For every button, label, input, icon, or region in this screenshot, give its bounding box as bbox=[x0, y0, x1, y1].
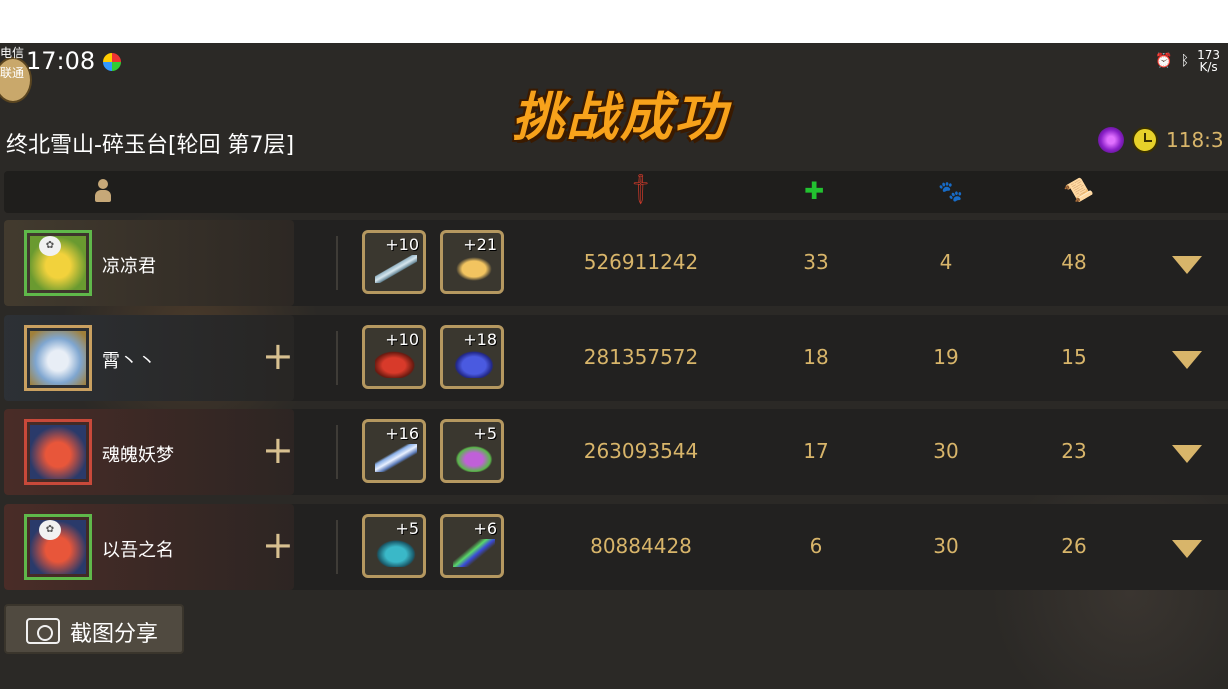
expand-chevron-icon[interactable] bbox=[1172, 540, 1202, 558]
damage-value: 80884428 bbox=[590, 534, 692, 558]
item-level: +10 bbox=[385, 330, 419, 349]
player-name: 霄丶丶 bbox=[102, 351, 156, 372]
item-level: +5 bbox=[395, 519, 419, 538]
carrier-label: 电信 联通 bbox=[0, 43, 24, 83]
beast-value: 30 bbox=[933, 439, 959, 463]
treasure-slot[interactable]: +21 bbox=[440, 230, 504, 294]
player-avatar[interactable] bbox=[24, 419, 92, 485]
net-speed-unit: K/s bbox=[1199, 60, 1218, 74]
scroll-value: 48 bbox=[1061, 250, 1087, 274]
carrier-line-1: 电信 bbox=[0, 46, 25, 60]
treasure-slot[interactable]: +6 bbox=[440, 514, 504, 578]
heal-value: 6 bbox=[809, 534, 823, 558]
sword-weapon-icon bbox=[375, 255, 417, 283]
divider bbox=[336, 331, 338, 385]
status-time: 17:08 bbox=[26, 47, 121, 75]
net-speed: 173 K/s bbox=[1197, 49, 1220, 73]
player-row: ✿ 凉凉君 +10 +21 526911242 33 4 48 bbox=[4, 220, 1228, 306]
weapon-slot[interactable]: +10 bbox=[362, 230, 426, 294]
player-row: 霄丶丶 + +10 +18 281357572 18 19 15 bbox=[4, 315, 1228, 401]
beast-icon: 🐾 bbox=[938, 179, 963, 203]
twin-blades-icon bbox=[375, 444, 417, 472]
player-avatar[interactable]: ✿ bbox=[24, 230, 92, 296]
weapon-slot[interactable]: +16 bbox=[362, 419, 426, 483]
person-icon bbox=[92, 179, 114, 203]
clock-icon bbox=[1132, 127, 1158, 153]
beast-value: 30 bbox=[933, 534, 959, 558]
treasure-slot[interactable]: +18 bbox=[440, 325, 504, 389]
weapon-slot[interactable]: +5 bbox=[362, 514, 426, 578]
item-level: +18 bbox=[463, 330, 497, 349]
share-label: 截图分享 bbox=[70, 622, 159, 647]
expand-chevron-icon[interactable] bbox=[1172, 445, 1202, 463]
weapon-slot[interactable]: +10 bbox=[362, 325, 426, 389]
stage-title: 终北雪山-碎玉台[轮回 第7层] bbox=[6, 133, 295, 158]
player-row: ✿ 以吾之名 + +5 +6 80884428 6 30 26 bbox=[4, 504, 1228, 590]
player-name: 以吾之名 bbox=[102, 540, 174, 561]
camera-icon bbox=[26, 618, 60, 644]
challenge-success-banner: 挑战成功 bbox=[512, 87, 729, 148]
item-level: +6 bbox=[473, 519, 497, 538]
stats-header-row: 🗡 ✚ 🐾 📜 bbox=[4, 171, 1228, 213]
teal-cannon-icon bbox=[375, 539, 417, 567]
game-screen: 电信 联通 17:08 ⏰ ᛒ 173 K/s 挑战成功 终北雪山-碎玉台[轮回… bbox=[0, 43, 1228, 689]
damage-value: 263093544 bbox=[583, 439, 699, 463]
horn-treasure-icon bbox=[453, 255, 495, 283]
flower-badge-icon: ✿ bbox=[39, 236, 61, 256]
beast-value: 4 bbox=[939, 250, 953, 274]
red-beast-weapon-icon bbox=[375, 350, 417, 378]
add-friend-button[interactable]: + bbox=[262, 337, 294, 375]
scroll-value: 26 bbox=[1061, 534, 1087, 558]
carrier-line-2: 联通 bbox=[0, 66, 25, 80]
green-scythe-icon bbox=[453, 539, 495, 567]
timer-text: 118:3 bbox=[1166, 128, 1224, 152]
add-friend-button[interactable]: + bbox=[262, 526, 294, 564]
player-avatar[interactable] bbox=[24, 325, 92, 391]
sword-icon: 🗡 bbox=[622, 170, 661, 208]
item-level: +16 bbox=[385, 424, 419, 443]
player-name: 凉凉君 bbox=[102, 256, 156, 277]
damage-value: 526911242 bbox=[583, 250, 699, 274]
scroll-value: 23 bbox=[1061, 439, 1087, 463]
divider bbox=[336, 236, 338, 290]
player-avatar[interactable]: ✿ bbox=[24, 514, 92, 580]
resource-bar: 118:3 bbox=[1098, 127, 1224, 153]
scroll-icon: 📜 bbox=[1061, 173, 1096, 207]
scroll-value: 15 bbox=[1061, 345, 1087, 369]
treasure-slot[interactable]: +5 bbox=[440, 419, 504, 483]
status-right: ⏰ ᛒ 173 K/s bbox=[1155, 49, 1220, 73]
beast-value: 19 bbox=[933, 345, 959, 369]
item-level: +21 bbox=[463, 235, 497, 254]
alarm-icon: ⏰ bbox=[1155, 53, 1173, 69]
swirl-icon[interactable] bbox=[1098, 127, 1124, 153]
heal-value: 18 bbox=[803, 345, 829, 369]
bluetooth-icon: ᛒ bbox=[1180, 53, 1190, 69]
add-friend-button[interactable]: + bbox=[262, 431, 294, 469]
player-name: 魂魄妖梦 bbox=[102, 445, 174, 466]
time-text: 17:08 bbox=[26, 47, 96, 75]
app-notification-icon bbox=[102, 53, 121, 71]
flower-badge-icon: ✿ bbox=[39, 520, 61, 540]
purple-gun-icon bbox=[453, 444, 495, 472]
divider bbox=[336, 520, 338, 574]
expand-chevron-icon[interactable] bbox=[1172, 351, 1202, 369]
blue-cannon-icon bbox=[453, 350, 495, 378]
expand-chevron-icon[interactable] bbox=[1172, 256, 1202, 274]
item-level: +10 bbox=[385, 235, 419, 254]
divider bbox=[336, 425, 338, 479]
heal-value: 33 bbox=[803, 250, 829, 274]
item-level: +5 bbox=[473, 424, 497, 443]
heal-icon: ✚ bbox=[804, 177, 825, 205]
player-row: 魂魄妖梦 + +16 +5 263093544 17 30 23 bbox=[4, 409, 1228, 495]
damage-value: 281357572 bbox=[583, 345, 699, 369]
screenshot-share-button[interactable]: 截图分享 bbox=[4, 604, 184, 654]
heal-value: 17 bbox=[803, 439, 829, 463]
